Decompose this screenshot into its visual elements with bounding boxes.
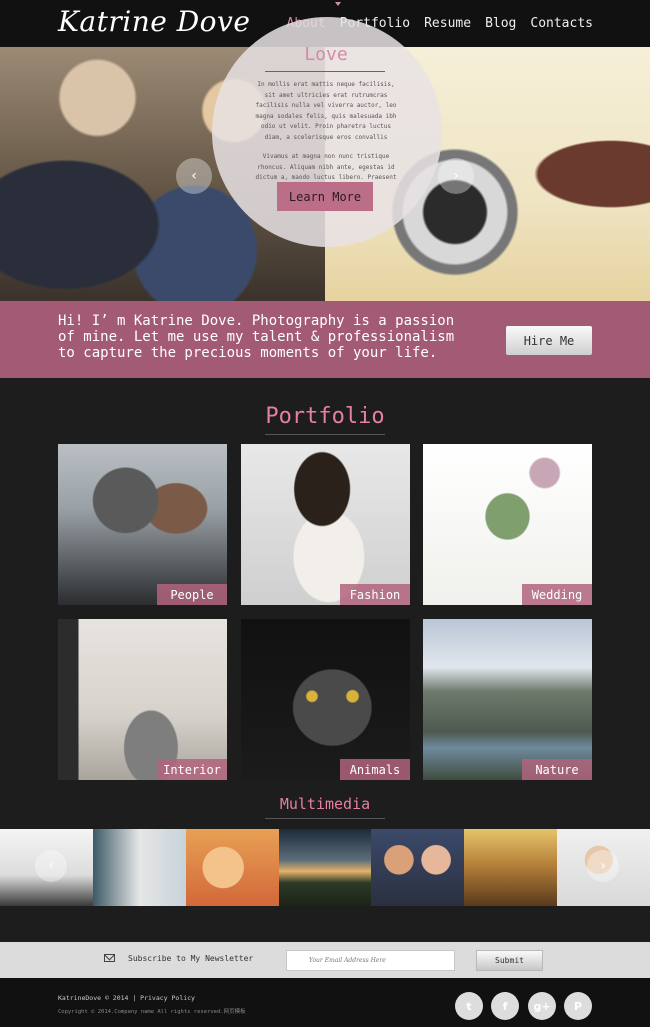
tile-label-fashion: Fashion	[340, 584, 410, 605]
carousel-image-church[interactable]	[464, 829, 558, 906]
nav-item-contacts[interactable]: Contacts	[530, 16, 593, 31]
newsletter-bar: Subscribe to My Newsletter Submit	[0, 942, 650, 978]
carousel-image-family[interactable]	[371, 829, 465, 906]
newsletter-label: Subscribe to My Newsletter	[128, 954, 254, 963]
tile-label-nature: Nature	[522, 759, 592, 780]
hero-title: Love	[304, 44, 348, 65]
portfolio-tile-fashion[interactable]: Fashion	[241, 444, 410, 605]
portfolio-tile-interior[interactable]: Interior	[58, 619, 227, 780]
portfolio-title: Portfolio	[265, 404, 385, 429]
twitter-icon[interactable]: t	[455, 992, 483, 1020]
facebook-icon[interactable]: f	[491, 992, 519, 1020]
learn-more-button[interactable]: Learn More	[277, 182, 373, 211]
pinterest-icon[interactable]: P	[564, 992, 592, 1020]
portfolio-divider	[265, 434, 385, 435]
nav-item-resume[interactable]: Resume	[424, 16, 471, 31]
carousel-prev-arrow-icon[interactable]: ‹	[35, 850, 67, 882]
active-nav-marker	[335, 2, 341, 6]
carousel-image-road[interactable]	[278, 829, 372, 906]
envelope-icon	[104, 954, 115, 962]
site-logo[interactable]: Katrine Dove	[58, 5, 250, 38]
hero-prev-arrow-icon[interactable]: ‹	[176, 158, 212, 194]
submit-button[interactable]: Submit	[476, 950, 543, 971]
hero-next-arrow-icon[interactable]: ›	[438, 158, 474, 194]
tile-label-people: People	[157, 584, 227, 605]
portfolio-tile-animals[interactable]: Animals	[241, 619, 410, 780]
carousel-next-arrow-icon[interactable]: ›	[587, 850, 619, 882]
multimedia-divider	[265, 818, 385, 819]
portfolio-tile-nature[interactable]: Nature	[423, 619, 592, 780]
multimedia-carousel	[0, 829, 650, 906]
multimedia-title: Multimedia	[279, 795, 371, 813]
google-plus-icon[interactable]: g+	[528, 992, 556, 1020]
intro-band: Hi! I’ m Katrine Dove. Photography is a …	[0, 301, 650, 378]
tile-label-wedding: Wedding	[522, 584, 592, 605]
site-footer: KatrineDove © 2014 | Privacy Policy Copy…	[0, 978, 650, 1027]
portfolio-tile-people[interactable]: People	[58, 444, 227, 605]
footer-copyright: KatrineDove © 2014 | Privacy Policy	[58, 994, 195, 1002]
tile-label-animals: Animals	[340, 759, 410, 780]
carousel-image-portrait[interactable]	[185, 829, 279, 906]
intro-text: Hi! I’ m Katrine Dove. Photography is a …	[58, 313, 455, 361]
hire-me-button[interactable]: Hire Me	[506, 326, 592, 355]
carousel-image-bride[interactable]	[92, 829, 186, 906]
email-input[interactable]	[286, 950, 455, 971]
nav-item-blog[interactable]: Blog	[485, 16, 516, 31]
tile-label-interior: Interior	[157, 759, 227, 780]
hero-paragraph-1: In mollis erat mattis neque facilisis, s…	[255, 81, 397, 141]
portfolio-tile-wedding[interactable]: Wedding	[423, 444, 592, 605]
footer-rights: Copyright © 2014.Company name All rights…	[58, 1009, 246, 1015]
hero-divider	[265, 71, 385, 72]
